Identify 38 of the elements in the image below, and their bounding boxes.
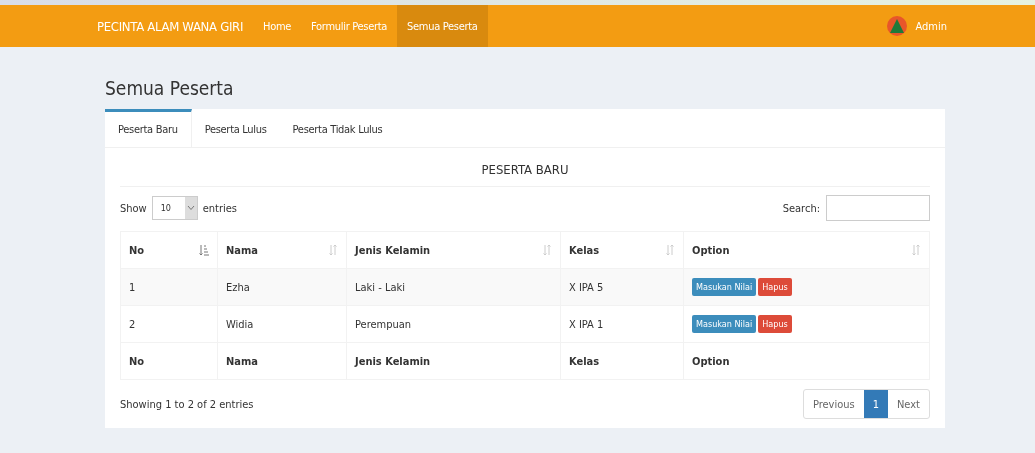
input-score-button[interactable]: Masukan Nilai xyxy=(692,315,757,333)
column-footer: Nama xyxy=(226,354,258,368)
column-header[interactable]: Nama xyxy=(226,243,258,257)
column-header[interactable]: No xyxy=(129,243,145,257)
table-cell: Widia xyxy=(226,317,254,331)
table-cell: 2 xyxy=(129,317,136,331)
tab[interactable]: Peserta Baru xyxy=(105,109,192,147)
show-label: Show xyxy=(120,201,147,215)
entries-select[interactable]: 10 xyxy=(151,196,198,220)
user-avatar-icon xyxy=(887,16,908,36)
delete-button[interactable]: Hapus xyxy=(758,315,792,333)
column-footer: Option xyxy=(692,354,730,368)
table-info: Showing 1 to 2 of 2 entries xyxy=(120,397,254,411)
page-title: Semua Peserta xyxy=(105,76,235,101)
table-cell: 1 xyxy=(129,280,136,294)
tab[interactable]: Peserta Tidak Lulus xyxy=(279,109,396,147)
page-link[interactable]: 1 xyxy=(863,390,888,418)
column-header[interactable]: Option xyxy=(692,243,730,257)
column-footer: No xyxy=(129,354,145,368)
table-cell: Perempuan xyxy=(355,317,412,331)
section-title: PESERTA BARU xyxy=(120,148,930,187)
input-score-button[interactable]: Masukan Nilai xyxy=(692,278,757,296)
page-link[interactable]: Next xyxy=(887,390,929,418)
page-link[interactable]: Previous xyxy=(803,390,864,418)
column-footer: Jenis Kelamin xyxy=(355,354,431,368)
entries-label: entries xyxy=(202,201,238,215)
column-header[interactable]: Jenis Kelamin xyxy=(355,243,431,257)
table-cell: Ezha xyxy=(226,280,250,294)
table-cell: X IPA 1 xyxy=(569,317,604,331)
tab[interactable]: Peserta Lulus xyxy=(191,109,280,147)
column-header[interactable]: Kelas xyxy=(569,243,600,257)
search-label: Search: xyxy=(782,201,820,215)
column-footer: Kelas xyxy=(569,354,600,368)
search-field[interactable] xyxy=(826,195,930,221)
caret-icon xyxy=(184,197,197,219)
table-cell: X IPA 5 xyxy=(569,280,604,294)
table-cell: Laki - Laki xyxy=(355,280,405,294)
delete-button[interactable]: Hapus xyxy=(758,278,792,296)
